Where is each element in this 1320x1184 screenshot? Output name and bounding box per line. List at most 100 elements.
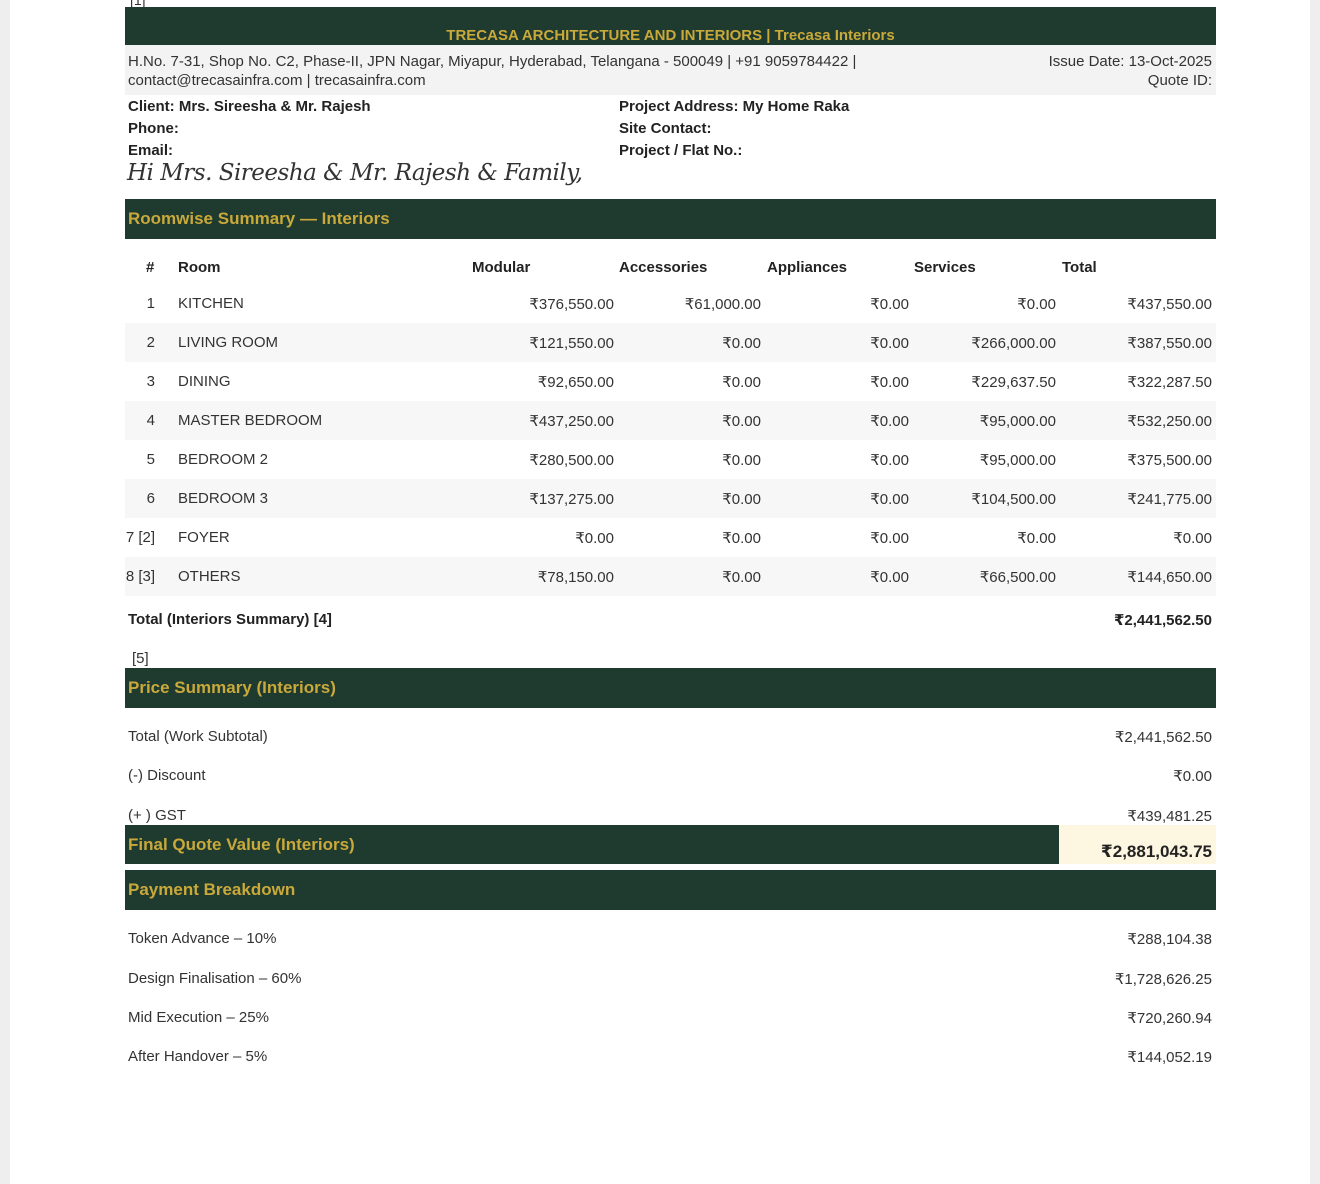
- row-appliances: ₹0.00: [870, 491, 909, 508]
- payment-label: Token Advance – 10%: [128, 930, 277, 947]
- column-header-modular: Modular: [472, 259, 531, 276]
- row-room: MASTER BEDROOM: [178, 412, 323, 429]
- final-quote-label: Final Quote Value (Interiors): [125, 825, 1059, 864]
- column-header-appliances: Appliances: [767, 259, 848, 276]
- discount-value: ₹0.00: [1173, 768, 1212, 785]
- row-accessories: ₹0.00: [722, 569, 761, 586]
- address-block: H.No. 7-31, Shop No. C2, Phase-II, JPN N…: [125, 45, 1216, 95]
- row-modular: ₹376,550.00: [529, 296, 614, 313]
- row-room: LIVING ROOM: [178, 334, 279, 351]
- table-row: 3 DINING ₹92,650.00 ₹0.00 ₹0.00 ₹229,637…: [125, 362, 1216, 401]
- row-modular: ₹280,500.00: [529, 452, 614, 469]
- row-number: 6: [146, 490, 155, 507]
- reference-note: [5]: [132, 650, 149, 667]
- payment-item: Design Finalisation – 60% ₹1,728,626.25: [125, 967, 1216, 991]
- quote-id: Quote ID:: [1147, 72, 1212, 89]
- discount-label: (-) Discount: [128, 767, 206, 784]
- row-services: ₹95,000.00: [979, 413, 1056, 430]
- payment-item: Token Advance – 10% ₹288,104.38: [125, 927, 1216, 951]
- client-email: Email:: [128, 142, 174, 159]
- row-number: 2: [146, 334, 155, 351]
- row-total: ₹144,650.00: [1127, 569, 1212, 586]
- row-appliances: ₹0.00: [870, 374, 909, 391]
- row-room: OTHERS: [178, 568, 241, 585]
- greeting: Hi Mrs. Sireesha & Mr. Rajesh & Family,: [127, 160, 583, 186]
- row-accessories: ₹0.00: [722, 413, 761, 430]
- payment-value: ₹144,052.19: [1127, 1049, 1212, 1066]
- company-banner: TRECASA ARCHITECTURE AND INTERIORS | Tre…: [125, 7, 1216, 45]
- flat-no: Project / Flat No.:: [619, 142, 743, 159]
- roomwise-summary-heading: Roomwise Summary — Interiors: [125, 199, 1216, 239]
- row-accessories: ₹0.00: [722, 452, 761, 469]
- client-info-left: Client: Mrs. Sireesha & Mr. Rajesh Phone…: [128, 96, 371, 162]
- row-appliances: ₹0.00: [870, 530, 909, 547]
- table-row: 6 BEDROOM 3 ₹137,275.00 ₹0.00 ₹0.00 ₹104…: [125, 479, 1216, 518]
- row-modular: ₹78,150.00: [537, 569, 614, 586]
- row-accessories: ₹61,000.00: [684, 296, 761, 313]
- payment-item: Mid Execution – 25% ₹720,260.94: [125, 1006, 1216, 1030]
- row-total: ₹437,550.00: [1127, 296, 1212, 313]
- row-number: 7 [2]: [125, 529, 155, 546]
- price-summary-heading: Price Summary (Interiors): [125, 668, 1216, 708]
- row-accessories: ₹0.00: [722, 491, 761, 508]
- row-room: BEDROOM 3: [178, 490, 269, 507]
- subtotal-line: Total (Work Subtotal) ₹2,441,562.50: [125, 725, 1216, 749]
- table-row: 2 LIVING ROOM ₹121,550.00 ₹0.00 ₹0.00 ₹2…: [125, 323, 1216, 362]
- row-total: ₹375,500.00: [1127, 452, 1212, 469]
- payment-label: After Handover – 5%: [128, 1048, 268, 1065]
- document-page: [1] TRECASA ARCHITECTURE AND INTERIORS |…: [10, 0, 1310, 1184]
- issue-info: Issue Date: 13-Oct-2025 Quote ID:: [1049, 52, 1212, 90]
- row-total: ₹387,550.00: [1127, 335, 1212, 352]
- final-quote-value: ₹2,881,043.75: [1059, 825, 1216, 864]
- row-number: 5: [146, 451, 155, 468]
- final-quote-row: Final Quote Value (Interiors) ₹2,881,043…: [125, 825, 1216, 864]
- row-number: 3: [146, 373, 155, 390]
- gst-label: (+ ) GST: [128, 807, 186, 824]
- payment-label: Mid Execution – 25%: [128, 1009, 269, 1026]
- row-number: 4: [146, 412, 155, 429]
- row-modular: ₹437,250.00: [529, 413, 614, 430]
- row-total: ₹322,287.50: [1127, 374, 1212, 391]
- column-header-total: Total: [1062, 259, 1097, 276]
- payment-item: After Handover – 5% ₹144,052.19: [125, 1045, 1216, 1069]
- interiors-summary-total: Total (Interiors Summary) [4] ₹2,441,562…: [125, 608, 1216, 632]
- site-contact: Site Contact:: [619, 120, 712, 137]
- company-address: H.No. 7-31, Shop No. C2, Phase-II, JPN N…: [128, 52, 868, 90]
- row-services: ₹104,500.00: [971, 491, 1056, 508]
- client-name: Client: Mrs. Sireesha & Mr. Rajesh: [128, 98, 371, 115]
- column-header-room: Room: [178, 259, 221, 276]
- row-appliances: ₹0.00: [870, 569, 909, 586]
- row-services: ₹266,000.00: [971, 335, 1056, 352]
- row-room: KITCHEN: [178, 295, 244, 312]
- payment-label: Design Finalisation – 60%: [128, 970, 302, 987]
- address-line-1: H.No. 7-31, Shop No. C2, Phase-II, JPN N…: [128, 53, 857, 70]
- address-line-2: contact@trecasainfra.com | trecasainfra.…: [128, 72, 426, 89]
- row-room: FOYER: [178, 529, 230, 546]
- row-number: 1: [146, 295, 155, 312]
- row-modular: ₹0.00: [575, 530, 614, 547]
- payment-value: ₹288,104.38: [1127, 931, 1212, 948]
- row-accessories: ₹0.00: [722, 530, 761, 547]
- table-row: 5 BEDROOM 2 ₹280,500.00 ₹0.00 ₹0.00 ₹95,…: [125, 440, 1216, 479]
- client-info-right: Project Address: My Home Raka Site Conta…: [619, 96, 849, 162]
- row-modular: ₹121,550.00: [529, 335, 614, 352]
- issue-date: Issue Date: 13-Oct-2025: [1048, 53, 1212, 70]
- summary-total-value: ₹2,441,562.50: [1113, 612, 1212, 629]
- column-header-services: Services: [914, 259, 976, 276]
- payment-value: ₹1,728,626.25: [1114, 971, 1212, 988]
- row-appliances: ₹0.00: [870, 452, 909, 469]
- summary-total-label: Total (Interiors Summary) [4]: [128, 611, 332, 628]
- row-services: ₹229,637.50: [971, 374, 1056, 391]
- subtotal-label: Total (Work Subtotal): [128, 728, 268, 745]
- client-phone: Phone:: [128, 120, 179, 137]
- row-accessories: ₹0.00: [722, 335, 761, 352]
- table-row: 7 [2] FOYER ₹0.00 ₹0.00 ₹0.00 ₹0.00 ₹0.0…: [125, 518, 1216, 557]
- row-appliances: ₹0.00: [870, 413, 909, 430]
- roomwise-table-header: # Room Modular Accessories Appliances Se…: [125, 256, 1216, 280]
- project-address: Project Address: My Home Raka: [619, 98, 850, 115]
- row-services: ₹0.00: [1017, 296, 1056, 313]
- row-appliances: ₹0.00: [870, 335, 909, 352]
- row-number: 8 [3]: [125, 568, 155, 585]
- payment-breakdown-heading: Payment Breakdown: [125, 870, 1216, 910]
- discount-line: (-) Discount ₹0.00: [125, 764, 1216, 788]
